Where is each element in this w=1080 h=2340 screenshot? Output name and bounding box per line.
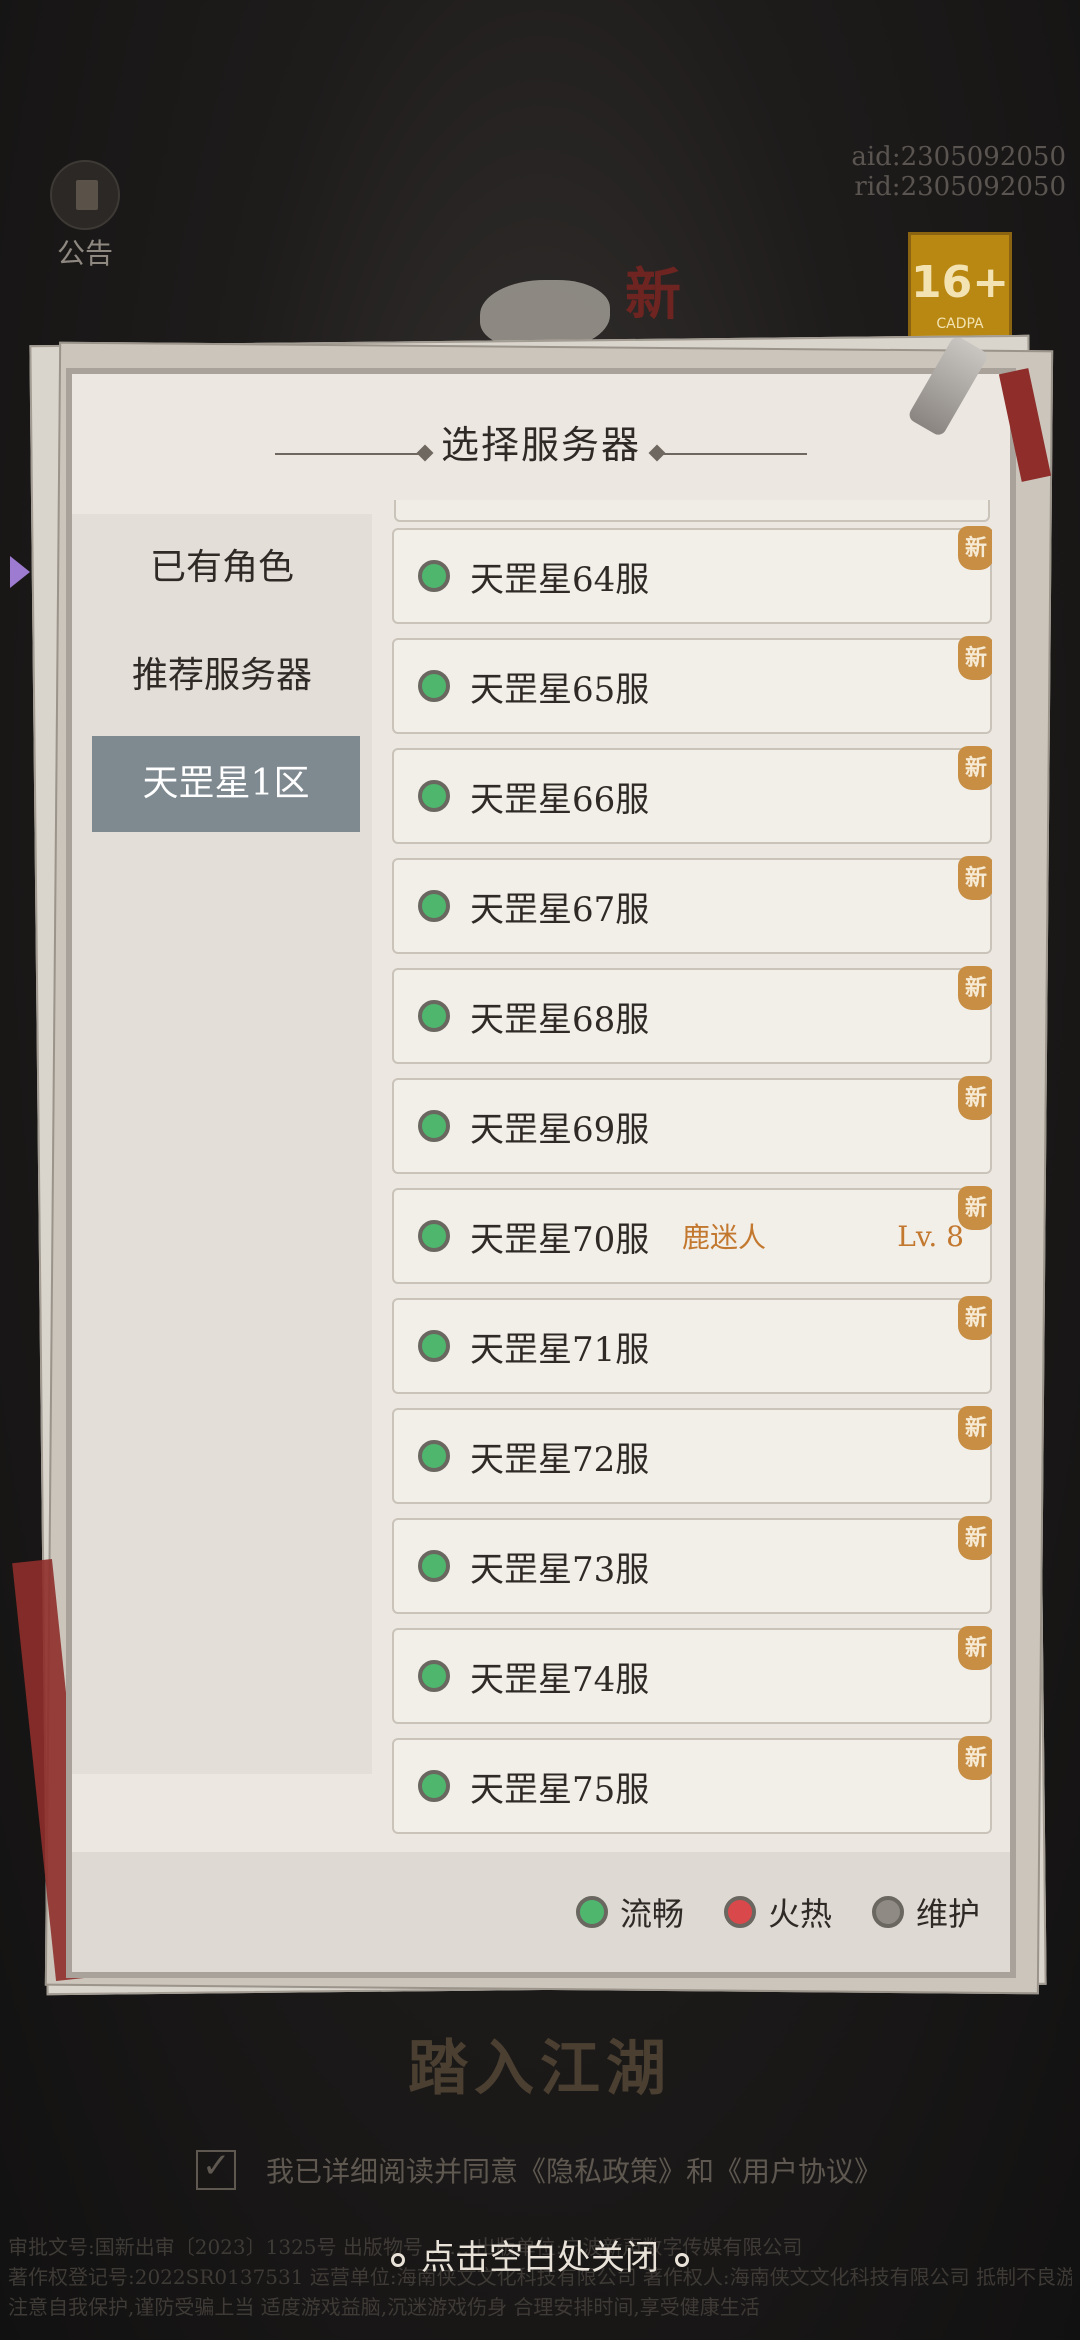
sidebar-item-tiangang-zone-1[interactable]: 天罡星1区 <box>92 736 360 832</box>
age-rating-badge: 16+ CADPA <box>908 232 1012 342</box>
aid-text: aid:2305092050 <box>851 142 1066 172</box>
new-server-badge: 新 <box>958 746 992 790</box>
agreement-checkbox[interactable] <box>196 2146 236 2190</box>
server-name: 天罡星67服 <box>470 889 650 930</box>
dot-icon <box>391 2253 405 2267</box>
server-name: 天罡星68服 <box>470 999 650 1040</box>
list-item-cut-off <box>394 500 990 522</box>
server-row[interactable]: 天罡星67服 新 <box>392 856 992 954</box>
character-name: 鹿迷人 <box>682 1221 767 1254</box>
agreement-text: 我已详细阅读并同意《隐私政策》和《用户协议》 <box>266 2155 883 2188</box>
server-status-dot <box>418 670 450 702</box>
new-server-badge: 新 <box>958 636 992 680</box>
legend-status-dot <box>723 1896 756 1928</box>
server-status-dot <box>418 560 450 592</box>
panel-header: 选择服务器 <box>72 414 1010 469</box>
title-ornament <box>274 452 425 455</box>
server-name: 天罡星64服 <box>470 559 650 600</box>
server-select-panel: 选择服务器 已有角色 推荐服务器 天罡星1区 天罡星64服新天罡星65服新天罡星… <box>66 368 1016 1978</box>
server-status-dot <box>418 1660 450 1692</box>
age-rating: 16+ <box>911 257 1010 308</box>
new-server-badge: 新 <box>958 856 992 900</box>
close-hint-text: 点击空白处关闭 <box>421 2238 659 2278</box>
legend-item: 流畅 <box>575 1889 684 1935</box>
legend-status-dot <box>575 1896 608 1928</box>
server-name: 天罡星73服 <box>470 1549 650 1590</box>
server-row[interactable]: 天罡星68服 新 <box>392 966 992 1064</box>
enter-game-title[interactable]: 踏入江湖 <box>0 2020 1080 2107</box>
server-status-dot <box>418 780 450 812</box>
server-row[interactable]: 天罡星75服 新 <box>392 1736 992 1834</box>
new-server-badge: 新 <box>958 1186 992 1230</box>
server-name: 天罡星74服 <box>470 1659 650 1700</box>
sidebar-item-existing-characters[interactable]: 已有角色 <box>72 514 372 622</box>
server-name: 天罡星72服 <box>470 1439 650 1480</box>
server-row[interactable]: 天罡星65服 新 <box>392 636 992 734</box>
server-row[interactable]: 天罡星73服 新 <box>392 1516 992 1614</box>
character-level: Lv. 8 <box>897 1219 964 1253</box>
server-name: 天罡星70服 <box>470 1219 650 1260</box>
seal-icon: 新 <box>625 262 681 328</box>
sidebar-item-recommended[interactable]: 推荐服务器 <box>72 622 372 730</box>
legend-status-dot <box>871 1896 904 1928</box>
status-legend: 流畅 火热 维护 <box>72 1852 1010 1972</box>
legend-label: 流畅 <box>619 1895 684 1933</box>
server-category-sidebar: 已有角色 推荐服务器 天罡星1区 <box>72 514 372 1774</box>
server-status-dot <box>418 1550 450 1582</box>
server-name: 天罡星71服 <box>470 1329 650 1370</box>
server-status-dot <box>418 1110 450 1142</box>
new-server-badge: 新 <box>958 1296 992 1340</box>
server-row[interactable]: 天罡星71服 新 <box>392 1296 992 1394</box>
new-server-badge: 新 <box>958 526 992 570</box>
server-status-dot <box>418 1330 450 1362</box>
server-name: 天罡星66服 <box>470 779 650 820</box>
server-row[interactable]: 天罡星66服 新 <box>392 746 992 844</box>
dot-icon <box>675 2253 689 2267</box>
server-name: 天罡星65服 <box>470 669 650 710</box>
server-status-dot <box>418 890 450 922</box>
legend-item: 火热 <box>723 1889 832 1935</box>
panel-title: 选择服务器 <box>440 423 641 467</box>
new-server-badge: 新 <box>958 1516 992 1560</box>
server-row[interactable]: 天罡星72服 新 <box>392 1406 992 1504</box>
age-rating-org: CADPA <box>936 316 984 332</box>
legend-label: 维护 <box>915 1895 980 1933</box>
server-row[interactable]: 天罡星69服 新 <box>392 1076 992 1174</box>
server-row[interactable]: 天罡星64服 新 <box>392 526 992 624</box>
server-name: 天罡星75服 <box>470 1769 650 1810</box>
server-status-dot <box>418 1000 450 1032</box>
account-ids: aid:2305092050 rid:2305092050 <box>851 142 1066 202</box>
new-server-badge: 新 <box>958 966 992 1010</box>
notice-button[interactable]: 公告 <box>40 160 130 272</box>
rid-text: rid:2305092050 <box>854 172 1066 202</box>
title-ornament <box>657 452 807 455</box>
close-hint[interactable]: 点击空白处关闭 <box>0 2230 1080 2279</box>
new-server-badge: 新 <box>958 1626 992 1670</box>
agreement-row[interactable]: 我已详细阅读并同意《隐私政策》和《用户协议》 <box>196 2146 883 2190</box>
new-server-badge: 新 <box>958 1736 992 1780</box>
footer-line: 注意自我保护,谨防受骗上当 适度游戏益脑,沉迷游戏伤身 合理安排时间,享受健康生… <box>8 2295 760 2319</box>
server-status-dot <box>418 1770 450 1802</box>
server-row[interactable]: 天罡星70服 鹿迷人 Lv. 8新 <box>392 1186 992 1284</box>
notice-label: 公告 <box>56 237 113 270</box>
server-name: 天罡星69服 <box>470 1109 650 1150</box>
server-status-dot <box>418 1440 450 1472</box>
notice-icon <box>50 160 120 230</box>
new-server-badge: 新 <box>958 1076 992 1120</box>
legend-label: 火热 <box>767 1895 832 1933</box>
legend-item: 维护 <box>871 1889 980 1935</box>
server-status-dot <box>418 1220 450 1252</box>
new-server-badge: 新 <box>958 1406 992 1450</box>
server-row[interactable]: 天罡星74服 新 <box>392 1626 992 1724</box>
server-list[interactable]: 天罡星64服新天罡星65服新天罡星66服新天罡星67服新天罡星68服新天罡星69… <box>392 500 992 1842</box>
side-expand-arrow-icon[interactable] <box>10 556 30 588</box>
